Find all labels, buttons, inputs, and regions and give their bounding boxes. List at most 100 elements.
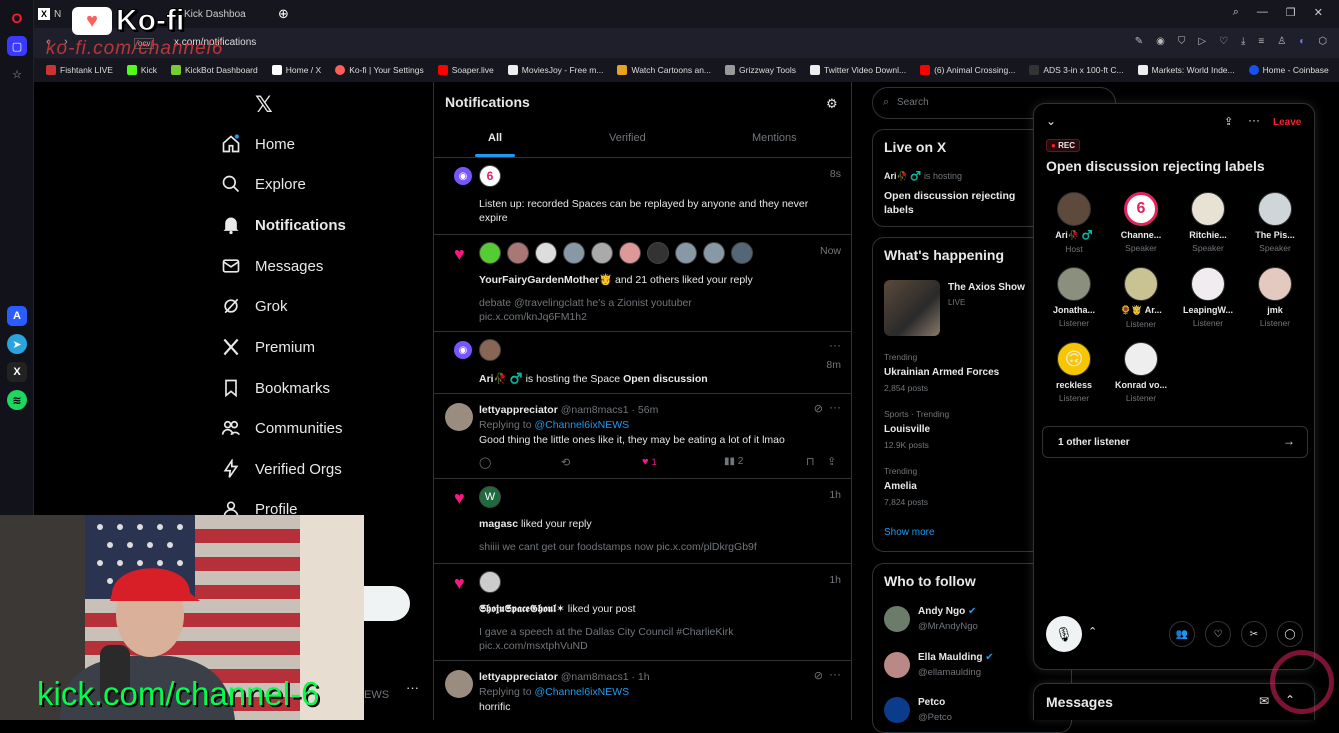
bookmark-item[interactable]: ADS 3-in x 100-ft C... [1029, 65, 1124, 75]
bookmark-item[interactable]: Ko-fi | Your Settings [335, 65, 424, 75]
participant[interactable]: Jonatha... Listener [1042, 267, 1106, 328]
retweet-icon[interactable]: ⟲ [561, 456, 570, 469]
participant[interactable]: LeapingW... Listener [1176, 267, 1240, 328]
notification-item[interactable]: ◉ 6 8s Listen up: recorded Spaces can be… [434, 158, 851, 235]
star-icon[interactable]: ☆ [7, 64, 27, 84]
tab-mentions[interactable]: Mentions [752, 132, 797, 144]
participant[interactable]: The Pis... Speaker [1243, 192, 1307, 253]
nav-premium[interactable]: Premium [221, 334, 315, 360]
show-title[interactable]: The Axios Show [948, 282, 1025, 293]
like-icon[interactable]: ♥ 1 [642, 456, 657, 468]
more-icon[interactable]: ··· [406, 680, 419, 695]
nav-messages[interactable]: Messages [221, 253, 323, 279]
leave-button[interactable]: Leave [1273, 117, 1301, 128]
bookmark-icon[interactable]: ⊓ [806, 455, 815, 468]
notification-item[interactable]: ◉ ··· 8m Ari🥀 ♂️ is hosting the Space Op… [434, 332, 851, 394]
bookmark-item[interactable]: MoviesJoy - Free m... [507, 65, 603, 75]
follow-name[interactable]: Petco [918, 697, 945, 708]
trend-item[interactable]: Sports · Trending Louisville 12.9K posts [884, 409, 949, 450]
extensions-icon[interactable]: ⬡ [1318, 36, 1327, 47]
bookmark-item[interactable]: Home - Coinbase [1248, 65, 1329, 75]
close-icon[interactable]: ✕ [1314, 6, 1323, 19]
nav-bookmarks[interactable]: Bookmarks [221, 375, 330, 401]
more-icon[interactable]: ··· [829, 667, 841, 681]
tab-kick[interactable]: Kick Dashboa [184, 4, 246, 24]
quoted-link[interactable]: pic.x.com/knJq6FM1h2 [479, 310, 587, 324]
bookmark-item[interactable]: Home / X [271, 65, 321, 75]
bookmark-item[interactable]: Twitter Video Downl... [810, 65, 906, 75]
bookmark-item[interactable]: Kick [126, 65, 157, 75]
nav-home[interactable]: Home [221, 131, 295, 157]
bookmark-item[interactable]: Grizzway Tools [725, 65, 796, 75]
reply-icon[interactable]: ◯ [479, 456, 491, 469]
other-listeners-button[interactable]: 1 other listener → [1042, 426, 1308, 458]
participant[interactable]: Ari🥀 ♂️ Host [1042, 192, 1106, 254]
notification-item[interactable]: ♥ 1h 𝕾𝖍𝖔𝖏𝖚𝕾𝖕𝖆𝖈𝖊𝕲𝖍𝖔𝖚𝖑✶ liked your post I … [434, 564, 851, 661]
nav-communities[interactable]: Communities [221, 415, 343, 441]
settings-gear-icon[interactable]: ⚙ [826, 96, 838, 112]
camera-icon[interactable]: ◉ [1156, 36, 1165, 47]
trend-item[interactable]: Trending Ukrainian Armed Forces 2,854 po… [884, 352, 999, 393]
react-button[interactable]: ♡ [1205, 621, 1231, 647]
new-tab-button[interactable]: ⊕ [278, 4, 289, 24]
nav-grok[interactable]: Grok [221, 293, 288, 319]
reply-item[interactable]: lettyappreciator @nam8macs1 · 56m ⊘ ··· … [434, 394, 851, 479]
maximize-icon[interactable]: ❐ [1286, 6, 1296, 19]
participant[interactable]: jmk Listener [1243, 267, 1307, 328]
telegram-icon[interactable]: ➤ [7, 334, 27, 354]
menu-icon[interactable]: ≡ [1258, 36, 1264, 47]
follow-name[interactable]: Ella Maulding ✔ [918, 652, 994, 663]
chevron-up-icon[interactable]: ⌃ [1088, 625, 1097, 638]
edit-icon[interactable]: ✎ [1135, 36, 1143, 47]
participant[interactable]: 🙃 reckless Listener [1042, 342, 1106, 403]
bookmark-item[interactable]: Watch Cartoons an... [617, 65, 711, 75]
nav-explore[interactable]: Explore [221, 171, 306, 197]
people-button[interactable]: 👥 [1169, 621, 1195, 647]
follow-name[interactable]: Andy Ngo ✔ [918, 606, 976, 617]
share-icon[interactable]: ⇪ [1224, 115, 1233, 128]
trend-item[interactable]: Trending Amelia 7,824 posts [884, 466, 928, 507]
participant[interactable]: Konrad vo... Listener [1109, 342, 1173, 403]
profile-icon[interactable]: ♙ [1277, 36, 1286, 47]
microphone-button[interactable]: 🎙 [1046, 616, 1082, 652]
clip-button[interactable]: ✂ [1241, 621, 1267, 647]
more-icon[interactable]: ··· [829, 400, 841, 414]
play-icon[interactable]: ▷ [1198, 36, 1206, 47]
more-icon[interactable]: ··· [1248, 113, 1260, 127]
spotify-icon[interactable]: ≋ [7, 390, 27, 410]
bookmark-item[interactable]: Fishtank LIVE [46, 65, 113, 75]
reply-item[interactable]: lettyappreciator @nam8macs1 · 1h ⊘ ··· R… [434, 661, 851, 720]
more-icon[interactable]: ··· [829, 338, 841, 352]
participant[interactable]: Ritchie... Speaker [1176, 192, 1240, 253]
bookmark-item[interactable]: Markets: World Inde... [1137, 65, 1235, 75]
bookmark-item[interactable]: (6) Animal Crossing... [920, 65, 1015, 75]
collapse-icon[interactable]: ⌄ [1046, 114, 1056, 128]
participant[interactable]: 🌻🤴 Ar... Listener [1109, 267, 1173, 329]
bookmark-item[interactable]: Soaper.live [437, 65, 494, 75]
grok-icon[interactable]: ⊘ [814, 669, 823, 682]
heart-icon[interactable]: ♡ [1219, 36, 1228, 47]
x-logo-icon[interactable]: 𝕏 [255, 92, 273, 118]
vpn-icon[interactable]: ◐ [1299, 36, 1305, 47]
download-icon[interactable]: ⤓ [1241, 36, 1245, 47]
live-space-title[interactable]: Open discussion rejecting labels [884, 189, 1034, 217]
nav-notifications[interactable]: Notifications [221, 212, 346, 238]
quoted-link[interactable]: pic.x.com/msxtphVuND [479, 639, 588, 653]
nav-verified-orgs[interactable]: Verified Orgs [221, 456, 342, 482]
shield-icon[interactable]: ⛉ [1178, 36, 1186, 47]
bookmark-item[interactable]: KickBot Dashboard [170, 65, 258, 75]
grok-icon[interactable]: ⊘ [814, 402, 823, 415]
participant[interactable]: 6 Channe... Speaker [1109, 192, 1173, 253]
tab-x[interactable]: X N [38, 4, 61, 24]
share-icon[interactable]: ⇪ [827, 455, 836, 468]
post-button[interactable] [364, 586, 410, 621]
search-tabs-icon[interactable]: ⌕ [1233, 6, 1239, 19]
opera-logo-icon[interactable]: O [7, 8, 27, 28]
minimize-icon[interactable]: — [1257, 6, 1268, 19]
new-message-icon[interactable]: ✉ [1259, 694, 1269, 708]
comment-button[interactable]: ◯ [1277, 621, 1303, 647]
notification-item[interactable]: ♥ Now YourFairyGardenMother🫅 and 21 othe… [434, 235, 851, 332]
tab-verified[interactable]: Verified [609, 132, 646, 144]
show-more-link[interactable]: Show more [884, 527, 935, 538]
tab-all[interactable]: All [488, 132, 502, 144]
